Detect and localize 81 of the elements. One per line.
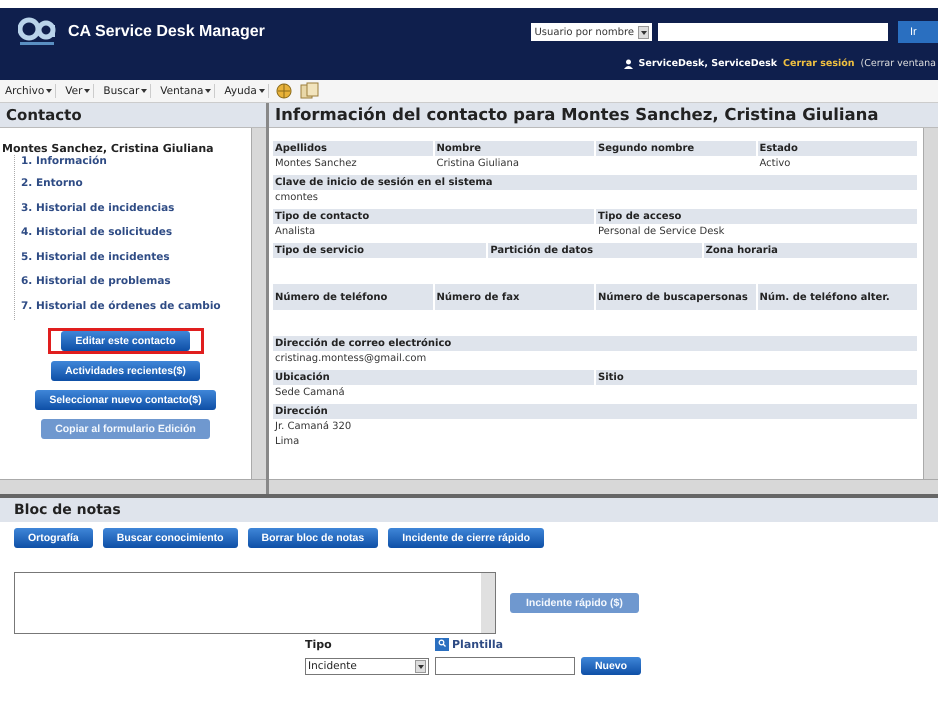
field-label: Tipo de servicio — [275, 245, 364, 256]
field-label: Tipo de acceso — [598, 211, 682, 222]
horizontal-scrollbar[interactable] — [269, 479, 938, 494]
field-label: Ubicación — [275, 372, 330, 383]
field-label: Estado — [760, 143, 798, 154]
search-type-dropdown[interactable]: Usuario por nombre — [531, 23, 652, 41]
caret-icon — [205, 89, 212, 93]
template-link[interactable]: Plantilla — [452, 638, 504, 651]
field-label: Núm. de teléfono alter. — [760, 292, 890, 302]
field-value: cristinag.montess@gmail.com — [275, 353, 428, 366]
notes-button[interactable]: Incidente de cierre rápido — [388, 528, 544, 548]
field-label: Número de fax — [436, 292, 520, 302]
field-label: Clave de inicio de sesión en el sistema — [275, 177, 493, 188]
menu-item[interactable]: Ayuda — [221, 84, 269, 98]
menu-item[interactable]: Buscar — [100, 84, 152, 98]
notes-title: Bloc de notas — [0, 498, 938, 522]
action-button[interactable]: Editar este contacto — [61, 331, 190, 351]
field-value: cmontes — [275, 192, 319, 205]
tree-item[interactable]: 3. Historial de incidencias — [21, 198, 251, 222]
notes-button[interactable]: Borrar bloc de notas — [248, 528, 378, 548]
field-label: Partición de datos — [490, 245, 594, 256]
action-button[interactable]: Actividades recientes($) — [51, 361, 200, 381]
field-value: Activo — [760, 158, 792, 171]
logo-icon — [18, 17, 58, 47]
search-icon[interactable] — [435, 638, 449, 651]
field-label: Dirección — [275, 406, 328, 417]
action-button[interactable]: Seleccionar nuevo contacto($) — [35, 390, 216, 410]
globe-icon[interactable] — [274, 82, 293, 100]
caret-icon — [258, 89, 265, 93]
menu-item[interactable]: Ver — [62, 84, 94, 98]
field-label: Apellidos — [275, 143, 327, 154]
pane-title: Contacto — [0, 103, 266, 128]
dropdown-value: Usuario por nombre — [534, 26, 634, 38]
field-label: Sitio — [598, 372, 624, 383]
tree-item[interactable]: 4. Historial de solicitudes — [21, 222, 251, 246]
field-value: Sede Camaná — [275, 387, 346, 400]
tree-item[interactable]: 1. Información — [21, 155, 251, 173]
tree-item[interactable]: 5. Historial de incidentes — [21, 246, 251, 271]
vertical-scrollbar[interactable] — [251, 128, 266, 479]
caret-icon — [84, 89, 90, 93]
tree-item[interactable]: 7. Historial de órdenes de cambio — [21, 296, 251, 320]
type-label: Tipo — [305, 638, 333, 651]
field-value: Cristina Giuliana — [436, 158, 520, 171]
field-value: Personal de Service Desk — [598, 226, 726, 239]
documents-icon[interactable] — [298, 82, 321, 100]
tree-item[interactable]: 2. Entorno — [21, 173, 251, 198]
new-button[interactable]: Nuevo — [581, 657, 641, 675]
go-button[interactable]: Ir — [898, 21, 938, 43]
notes-text-area[interactable] — [14, 572, 496, 634]
field-label: Segundo nombre — [598, 143, 694, 154]
caret-icon — [141, 89, 148, 93]
close-window-link[interactable]: (Cerrar ventana — [860, 58, 936, 69]
notes-button[interactable]: Buscar conocimiento — [102, 528, 238, 548]
type-dropdown[interactable]: Incidente — [305, 658, 429, 674]
menu-item[interactable]: Ventana — [157, 84, 216, 98]
field-label: Tipo de contacto — [275, 211, 370, 222]
tree-item[interactable]: 6. Historial de problemas — [21, 271, 251, 296]
app-title: CA Service Desk Manager — [68, 23, 265, 41]
menu-item[interactable]: Archivo — [2, 84, 56, 98]
user-name: ServiceDesk, ServiceDesk — [638, 58, 778, 69]
field-value: Montes Sanchez — [275, 158, 358, 171]
user-icon — [624, 58, 633, 68]
caret-icon — [46, 89, 52, 93]
field-label: Número de buscapersonas — [598, 292, 748, 302]
field-value: Jr. Camaná 320 — [275, 421, 352, 434]
field-label: Dirección de correo electrónico — [275, 338, 452, 349]
field-label: Nombre — [436, 143, 482, 154]
logout-link[interactable]: Cerrar sesión — [783, 58, 855, 69]
field-label: Zona horaria — [706, 245, 778, 256]
vertical-scrollbar[interactable] — [923, 128, 938, 479]
pane-title: Información del contacto para Montes Sanchez, Cristina Giuliana — [269, 103, 938, 128]
dropdown-value: Incidente — [308, 660, 357, 672]
template-field[interactable] — [435, 657, 575, 675]
search-field[interactable] — [658, 23, 888, 41]
field-label: Número de teléfono — [275, 292, 388, 302]
contact-name: Montes Sanchez, Cristina Giuliana — [1, 142, 215, 155]
notes-button[interactable]: Ortografía — [14, 528, 93, 548]
horizontal-scrollbar[interactable] — [0, 479, 266, 494]
vertical-scrollbar[interactable] — [481, 573, 495, 633]
field-value: Analista — [275, 226, 316, 239]
field-value: Lima — [275, 436, 300, 449]
